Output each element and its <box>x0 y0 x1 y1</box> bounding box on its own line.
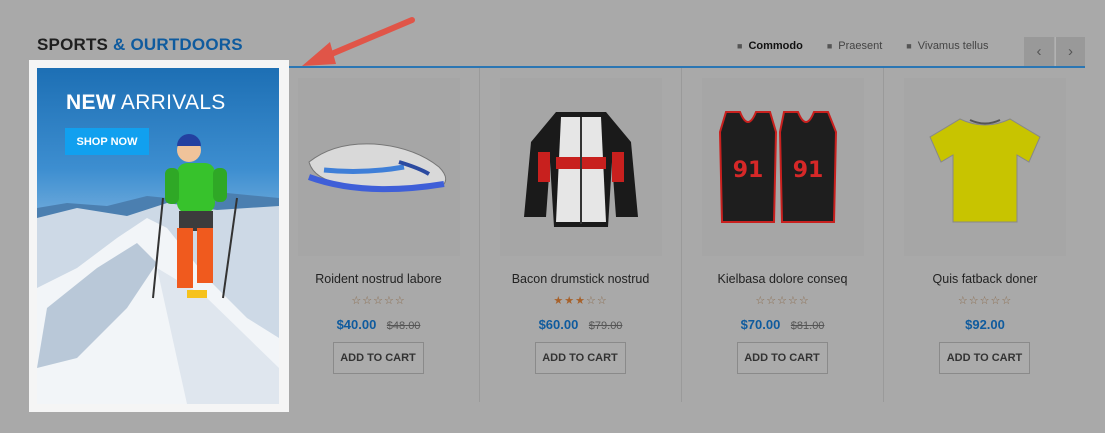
racing-jacket-image[interactable] <box>500 78 662 256</box>
product-price: $92.00 <box>965 317 1005 332</box>
product-old-price: $48.00 <box>386 320 421 332</box>
star-icon: ☆ <box>777 295 788 307</box>
star-icon: ☆ <box>766 295 778 307</box>
bullet-icon: ■ <box>906 41 912 51</box>
product-name[interactable]: Roident nostrud labore <box>278 272 479 286</box>
section-title-part1: SPORTS <box>37 35 109 54</box>
product-card[interactable]: Bacon drumstick nostrud ★★★☆☆ $60.00 $79… <box>480 68 682 402</box>
tab-label: Vivamus tellus <box>917 40 989 52</box>
star-icon: ☆ <box>383 295 395 307</box>
chevron-right-icon: › <box>1068 43 1073 60</box>
star-icon: ★ <box>564 295 576 307</box>
star-icon: ☆ <box>968 295 980 307</box>
tab-commodo[interactable]: ■ Commodo <box>737 40 803 52</box>
star-icon: ★ <box>575 295 586 307</box>
star-icon: ☆ <box>787 295 799 307</box>
star-icon: ★ <box>553 295 565 307</box>
star-icon: ☆ <box>373 295 384 307</box>
product-old-price: $81.00 <box>790 320 825 332</box>
star-icon: ☆ <box>351 295 363 307</box>
carousel-next-button[interactable]: › <box>1055 37 1085 66</box>
product-rating: ☆☆☆☆☆ <box>278 294 479 307</box>
banner-heading: NEW ARRIVALS <box>66 91 226 115</box>
tab-label: Praesent <box>838 40 883 52</box>
section-title: SPORTS & OURTDOORS <box>37 35 243 55</box>
shop-now-button[interactable]: SHOP NOW <box>65 128 149 155</box>
tab-vivamus-tellus[interactable]: ■ Vivamus tellus <box>906 40 988 52</box>
banner-heading-bold: NEW <box>66 91 116 114</box>
product-card[interactable]: Quis fatback doner ☆☆☆☆☆ $92.00 ADD TO C… <box>884 68 1086 402</box>
star-icon: ☆ <box>755 295 767 307</box>
star-icon: ☆ <box>1001 295 1013 307</box>
section-title-part2: OURTDOORS <box>130 35 243 54</box>
star-icon: ☆ <box>957 295 969 307</box>
bullet-icon: ■ <box>826 41 833 51</box>
product-name[interactable]: Bacon drumstick nostrud <box>480 272 681 286</box>
product-rating: ☆☆☆☆☆ <box>682 294 883 307</box>
banner-highlight-frame: NEW ARRIVALS SHOP NOW <box>29 60 289 412</box>
star-icon: ☆ <box>798 295 810 307</box>
product-name[interactable]: Quis fatback doner <box>884 272 1086 286</box>
product-prices: $70.00 $81.00 <box>682 316 883 334</box>
star-icon: ☆ <box>585 295 597 307</box>
chevron-left-icon: ‹ <box>1036 43 1042 60</box>
carousel-prev-button[interactable]: ‹ <box>1024 37 1054 66</box>
product-name[interactable]: Kielbasa dolore conseq <box>682 272 883 286</box>
star-icon: ☆ <box>394 295 406 307</box>
section-title-amp: & <box>113 35 126 54</box>
svg-text:91: 91 <box>793 158 824 183</box>
basketball-jerseys-image[interactable]: 91 91 <box>702 78 864 256</box>
product-prices: $92.00 <box>884 316 1086 334</box>
product-rating: ☆☆☆☆☆ <box>884 294 1086 307</box>
tab-praesent[interactable]: ■ Praesent <box>827 40 882 52</box>
star-icon: ☆ <box>596 295 608 307</box>
product-grid: Roident nostrud labore ☆☆☆☆☆ $40.00 $48.… <box>278 68 1086 402</box>
new-arrivals-banner[interactable]: NEW ARRIVALS SHOP NOW <box>37 68 279 404</box>
annotation-arrow-icon <box>302 17 415 66</box>
star-icon: ☆ <box>362 295 374 307</box>
product-prices: $60.00 $79.00 <box>480 316 681 334</box>
tab-label: Commodo <box>748 40 803 52</box>
product-price: $60.00 <box>538 317 579 332</box>
product-card[interactable]: Roident nostrud labore ☆☆☆☆☆ $40.00 $48.… <box>278 68 480 402</box>
banner-heading-rest: ARRIVALS <box>120 91 226 114</box>
add-to-cart-button[interactable]: ADD TO CART <box>736 342 828 374</box>
yellow-tshirt-image[interactable] <box>904 78 1066 256</box>
star-icon: ☆ <box>990 295 1002 307</box>
product-prices: $40.00 $48.00 <box>278 316 479 334</box>
add-to-cart-button[interactable]: ADD TO CART <box>534 342 626 374</box>
soccer-cleat-image[interactable] <box>298 78 460 256</box>
product-old-price: $79.00 <box>588 320 623 332</box>
star-icon: ☆ <box>979 295 991 307</box>
add-to-cart-button[interactable]: ADD TO CART <box>332 342 424 374</box>
product-price: $70.00 <box>740 317 781 332</box>
bullet-icon: ■ <box>737 41 743 51</box>
product-card[interactable]: 91 91 Kielbasa dolore conseq ☆☆☆☆☆ $70.0… <box>682 68 884 402</box>
add-to-cart-button[interactable]: ADD TO CART <box>939 342 1030 374</box>
svg-text:91: 91 <box>733 158 764 183</box>
product-price: $40.00 <box>336 317 377 332</box>
category-tabs: ■ Commodo ■ Praesent ■ Vivamus tellus <box>737 40 1012 52</box>
banner-mountain-image <box>37 134 279 404</box>
product-rating: ★★★☆☆ <box>480 294 681 307</box>
